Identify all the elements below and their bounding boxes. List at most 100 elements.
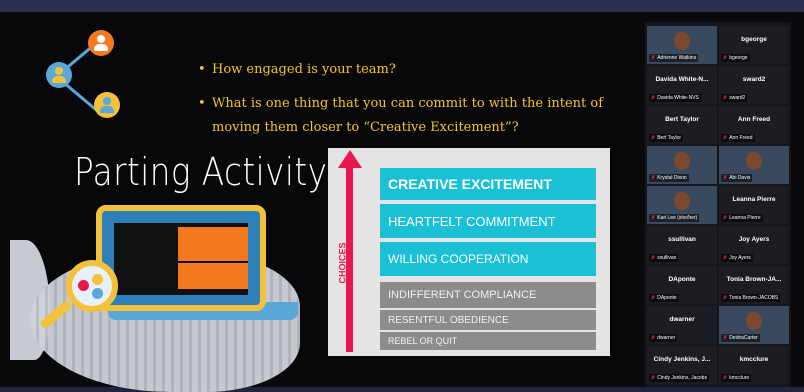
participant-tile[interactable]: kmcclure ✗ kmcclure [719, 346, 789, 384]
choices-axis-label: CHOICES [337, 242, 348, 284]
person-node-icon [88, 30, 114, 56]
muted-mic-icon: ✗ [723, 175, 728, 181]
participant-label: ✗ Ann Freed [721, 134, 755, 142]
participant-name: Tonia Brown-JA... [726, 276, 782, 283]
participant-label-text: Bert Taylor [657, 135, 682, 141]
participant-tile[interactable]: Tonia Brown-JA... ✗ Tonia Brown-JACOBS [719, 266, 789, 304]
participant-label-text: Tonia Brown-JACOBS [729, 295, 779, 301]
muted-mic-icon: ✗ [651, 295, 656, 301]
person-node-icon [94, 92, 120, 118]
participant-label-text: DAponte [657, 295, 677, 301]
muted-mic-icon: ✗ [651, 95, 656, 101]
participant-name: Davida White-N... [655, 76, 709, 83]
participant-label: ✗ Abi Davis [721, 174, 753, 182]
muted-mic-icon: ✗ [651, 335, 656, 341]
participant-tile[interactable]: Joy Ayers ✗ Joy Ayers [719, 226, 789, 264]
participant-tile[interactable]: Cindy Jenkins, J... ✗ Cindy Jenkins, Jacob… [647, 346, 717, 384]
participant-tile[interactable]: bgeorge ✗ bgeorge [719, 26, 789, 64]
participant-label: ✗ Cindy Jenkins, Jacobs [649, 374, 709, 382]
level-rebel-or-quit: REBEL OR QUIT [380, 332, 596, 350]
participant-name: kmcclure [739, 356, 769, 363]
level-indifferent-compliance: INDIFFERENT COMPLIANCE [380, 282, 596, 308]
muted-mic-icon: ✗ [651, 375, 656, 381]
participant-tile[interactable]: ✗ Abi Davis [719, 146, 789, 184]
muted-mic-icon: ✗ [723, 295, 728, 301]
participant-tile[interactable]: Leanna Pierre ✗ Leanna Pierre [719, 186, 789, 224]
participant-tile[interactable]: dwarner ✗ dwarner [647, 306, 717, 344]
participant-label: ✗ bgeorge [721, 54, 750, 62]
muted-mic-icon: ✗ [723, 215, 728, 221]
participant-name: Ann Freed [737, 116, 771, 123]
participant-label: ✗ Davida White-NVS [649, 94, 701, 102]
participant-tile[interactable]: ✗ Kari Lee (she/her) [647, 186, 717, 224]
participant-label: ✗ ssullivan [649, 254, 679, 262]
participant-tile[interactable]: Bert Taylor ✗ Bert Taylor [647, 106, 717, 144]
level-resentful-obedience: RESENTFUL OBEDIENCE [380, 310, 596, 330]
participant-label-text: DeidraCarter [729, 335, 758, 341]
participant-label-text: Abi Davis [729, 175, 751, 181]
participant-label-text: Davida White-NVS [657, 95, 699, 101]
participant-label-text: sward2 [729, 95, 746, 101]
participant-label: ✗ Kari Lee (she/her) [649, 214, 700, 222]
bullet-item: What is one thing that you can commit to… [198, 92, 628, 140]
participant-label-text: Ann Freed [729, 135, 753, 141]
participant-label: ✗ Bert Taylor [649, 134, 684, 142]
level-heartfelt-commitment: HEARTFELT COMMITMENT [380, 204, 596, 238]
muted-mic-icon: ✗ [723, 135, 728, 141]
participant-label-text: Joy Ayers [729, 255, 751, 261]
participant-name: sward2 [742, 76, 766, 83]
participant-label-text: bgeorge [729, 55, 748, 61]
muted-mic-icon: ✗ [651, 215, 656, 221]
participant-tile[interactable]: DAponte ✗ DAponte [647, 266, 717, 304]
participant-label: ✗ Leanna Pierre [721, 214, 763, 222]
person-node-icon [46, 62, 72, 88]
participant-label-text: Krystal Dixon [657, 175, 687, 181]
level-creative-excitement: CREATIVE EXCITEMENT [380, 168, 596, 200]
muted-mic-icon: ✗ [651, 175, 656, 181]
participant-label-text: Cindy Jenkins, Jacobs [657, 375, 707, 381]
participant-name: Joy Ayers [738, 236, 770, 243]
magnifier-icon [66, 260, 118, 312]
muted-mic-icon: ✗ [723, 95, 728, 101]
participant-label: ✗ kmcclure [721, 374, 752, 382]
participant-label-text: kmcclure [729, 375, 750, 381]
participant-name: Cindy Jenkins, J... [653, 356, 711, 363]
bullet-list: How engaged is your team? What is one th… [198, 58, 628, 150]
participant-label-text: Leanna Pierre [729, 215, 761, 221]
participant-label: ✗ Krystal Dixon [649, 174, 689, 182]
participant-name: dwarner [669, 316, 695, 323]
participant-tile[interactable]: ✗ DeidraCarter [719, 306, 789, 344]
participant-label-text: ssullivan [657, 255, 677, 261]
participant-name: Leanna Pierre [732, 196, 776, 203]
muted-mic-icon: ✗ [651, 55, 656, 61]
participant-tile[interactable]: Davida White-N... ✗ Davida White-NVS [647, 66, 717, 104]
participant-label: ✗ Tonia Brown-JACOBS [721, 294, 781, 302]
muted-mic-icon: ✗ [723, 375, 728, 381]
participant-label-text: Adrienne Watkins [657, 55, 697, 61]
participant-label-text: dwarner [657, 335, 676, 341]
participant-name: DAponte [668, 276, 696, 283]
muted-mic-icon: ✗ [723, 55, 728, 61]
engagement-pyramid: CHOICES CREATIVE EXCITEMENT HEARTFELT CO… [328, 148, 610, 356]
participant-label: ✗ DAponte [649, 294, 679, 302]
level-willing-cooperation: WILLING COOPERATION [380, 242, 596, 276]
participant-name: bgeorge [741, 36, 767, 43]
participant-label: ✗ dwarner [649, 334, 678, 342]
participant-tile[interactable]: ✗ Adrienne Watkins [647, 26, 717, 64]
participant-tile[interactable]: ssullivan ✗ ssullivan [647, 226, 717, 264]
participant-label-text: Kari Lee (she/her) [657, 215, 698, 221]
participant-name: ssullivan [668, 236, 696, 243]
window-top-bar [0, 0, 804, 12]
participant-name: Bert Taylor [665, 116, 699, 123]
muted-mic-icon: ✗ [723, 255, 728, 261]
participant-tile[interactable]: sward2 ✗ sward2 [719, 66, 789, 104]
participant-label: ✗ Joy Ayers [721, 254, 753, 262]
muted-mic-icon: ✗ [651, 135, 656, 141]
participant-tile[interactable]: ✗ Krystal Dixon [647, 146, 717, 184]
bullet-item: How engaged is your team? [198, 58, 628, 82]
participant-label: ✗ sward2 [721, 94, 748, 102]
participant-tile[interactable]: Ann Freed ✗ Ann Freed [719, 106, 789, 144]
slide-title: Parting Activity [74, 150, 328, 194]
participant-label: ✗ Adrienne Watkins [649, 54, 699, 62]
laptop-illustration [96, 205, 266, 311]
